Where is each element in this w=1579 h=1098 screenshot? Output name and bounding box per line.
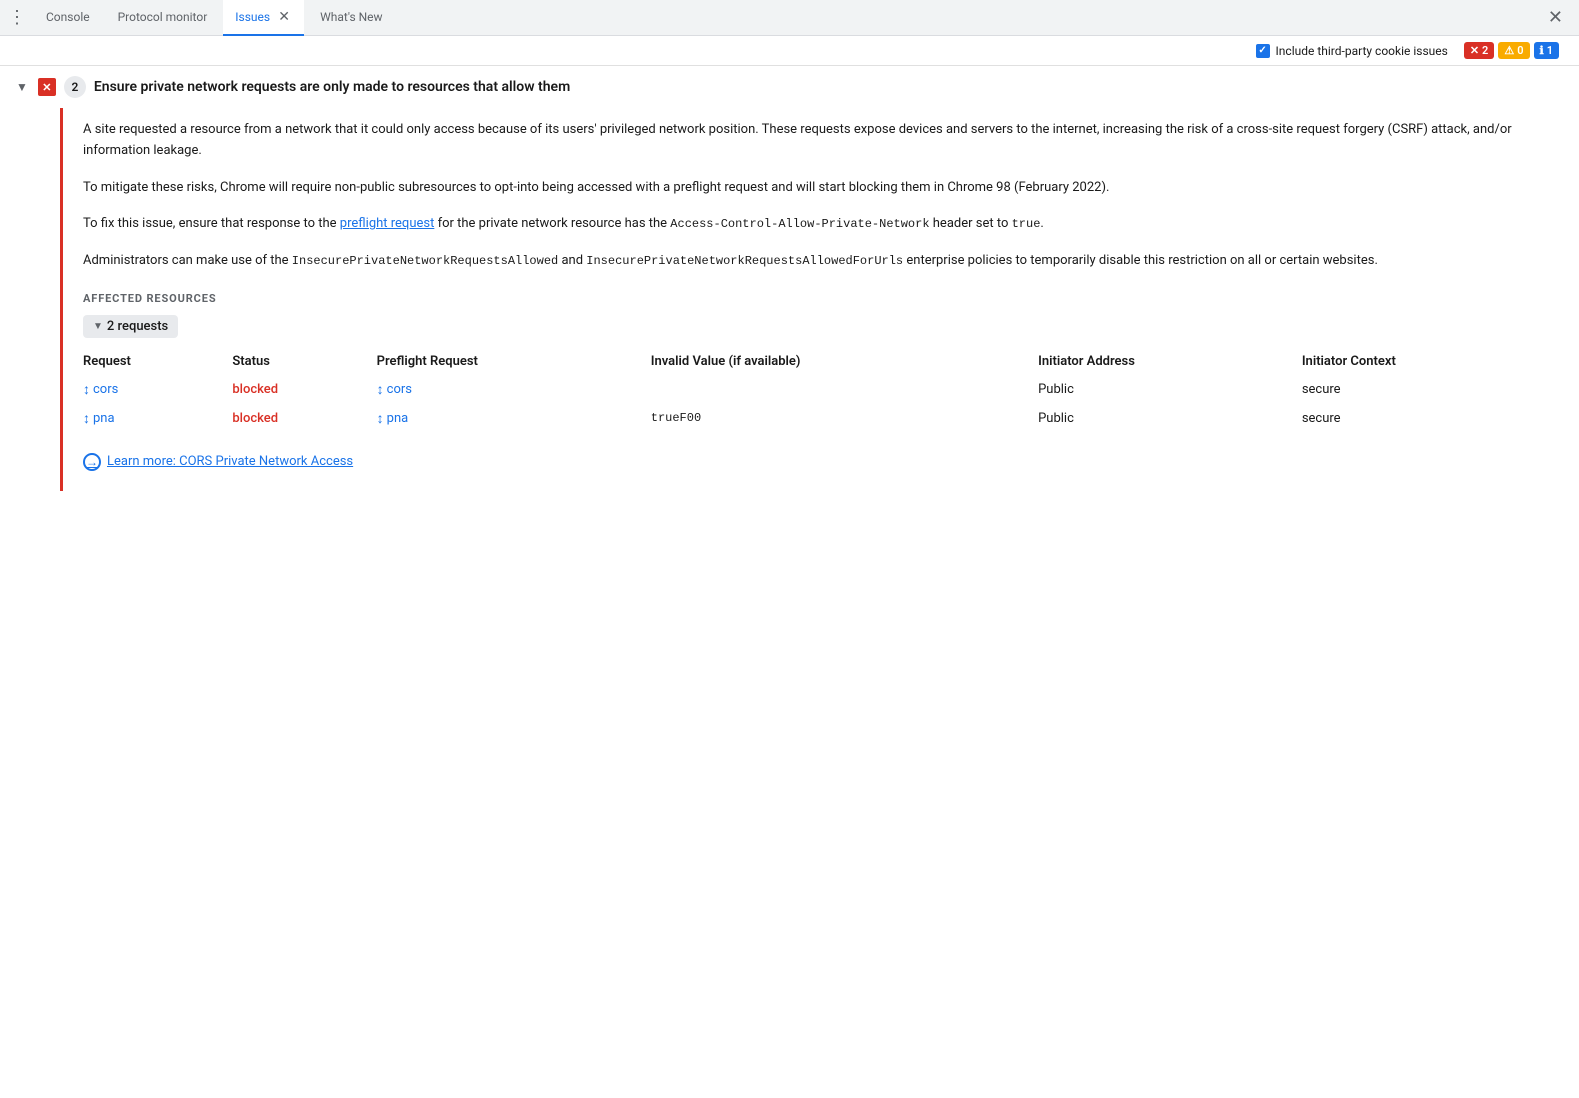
- resources-table: Request Status Preflight Request Invalid…: [83, 348, 1559, 433]
- issue-para-4-code1: InsecurePrivateNetworkRequestsAllowed: [292, 254, 558, 268]
- issue-para-3-after: header set to: [930, 216, 1012, 231]
- row2-preflight-text: pna: [387, 411, 409, 426]
- issue-title: Ensure private network requests are only…: [94, 79, 570, 95]
- issue-para-4: Administrators can make use of the Insec…: [83, 251, 1559, 272]
- issue-error-icon: ✕: [38, 78, 56, 96]
- tab-issues-close[interactable]: ✕: [276, 9, 292, 25]
- issue-para-4-code2: InsecurePrivateNetworkRequestsAllowedFor…: [586, 254, 903, 268]
- row1-preflight-link[interactable]: ↕ cors: [377, 381, 635, 398]
- toolbar: Include third-party cookie issues ✕ 2 ⚠ …: [0, 36, 1579, 66]
- table-body: ↕ cors blocked ↕ cors Public: [83, 375, 1559, 433]
- row2-status: blocked: [232, 404, 376, 433]
- tab-bar: ⋮ Console Protocol monitor Issues ✕ What…: [0, 0, 1579, 36]
- row2-initiator-address: Public: [1038, 404, 1302, 433]
- row2-preflight-link[interactable]: ↕ pna: [377, 410, 635, 427]
- issue-para-4-middle: and: [558, 253, 586, 268]
- tab-console-label: Console: [46, 10, 90, 24]
- learn-more-label: Learn more: CORS Private Network Access: [107, 454, 353, 469]
- row1-request-link[interactable]: ↕ cors: [83, 381, 216, 398]
- row2-preflight[interactable]: ↕ pna: [377, 404, 651, 433]
- table-row: ↕ pna blocked ↕ pna trueF00 Publ: [83, 404, 1559, 433]
- row2-preflight-icon: ↕: [377, 410, 384, 427]
- col-initiator-address: Initiator Address: [1038, 348, 1302, 375]
- badge-error: ✕ 2: [1464, 42, 1495, 59]
- issue-para-1: A site requested a resource from a netwo…: [83, 120, 1559, 162]
- row2-initiator-context: secure: [1302, 404, 1559, 433]
- badge-warning-count: 0: [1517, 44, 1523, 57]
- issue-para-3-middle: for the private network resource has the: [434, 216, 670, 231]
- preflight-request-link-text: preflight request: [340, 216, 435, 231]
- issue-para-3-code2: true: [1012, 217, 1041, 231]
- badge-info: ℹ 1: [1534, 42, 1559, 59]
- col-request: Request: [83, 348, 232, 375]
- issue-para-3: To fix this issue, ensure that response …: [83, 214, 1559, 235]
- devtools-close-button[interactable]: ✕: [1540, 7, 1571, 28]
- tab-protocol-monitor[interactable]: Protocol monitor: [106, 0, 220, 36]
- tab-protocol-monitor-label: Protocol monitor: [118, 10, 208, 24]
- col-initiator-context: Initiator Context: [1302, 348, 1559, 375]
- badge-warning: ⚠ 0: [1498, 42, 1529, 59]
- table-row: ↕ cors blocked ↕ cors Public: [83, 375, 1559, 404]
- affected-resources-label: AFFECTED RESOURCES: [83, 292, 1559, 305]
- row1-request-icon: ↕: [83, 381, 90, 398]
- tab-whats-new[interactable]: What's New: [308, 0, 394, 36]
- issue-header[interactable]: ▼ ✕ 2 Ensure private network requests ar…: [0, 66, 1579, 108]
- tab-issues-label: Issues: [235, 10, 270, 24]
- row1-status: blocked: [232, 375, 376, 404]
- badge-error-icon: ✕: [1470, 44, 1479, 57]
- issue-para-3-before: To fix this issue, ensure that response …: [83, 216, 340, 231]
- issue-para-3-code1: Access-Control-Allow-Private-Network: [670, 217, 929, 231]
- table-head: Request Status Preflight Request Invalid…: [83, 348, 1559, 375]
- badge-error-count: 2: [1482, 44, 1488, 57]
- third-party-cookie-label: Include third-party cookie issues: [1276, 44, 1448, 58]
- learn-more-icon: →: [83, 453, 101, 471]
- devtools-menu-icon[interactable]: ⋮: [8, 7, 26, 28]
- requests-toggle[interactable]: ▼ 2 requests: [83, 315, 178, 338]
- badge-warning-icon: ⚠: [1504, 44, 1514, 57]
- row1-invalid-value: [651, 375, 1038, 404]
- preflight-request-link[interactable]: preflight request: [340, 216, 435, 231]
- requests-chevron-icon: ▼: [93, 321, 103, 332]
- col-preflight: Preflight Request: [377, 348, 651, 375]
- table-header-row: Request Status Preflight Request Invalid…: [83, 348, 1559, 375]
- issue-para-2: To mitigate these risks, Chrome will req…: [83, 178, 1559, 199]
- row1-request[interactable]: ↕ cors: [83, 375, 232, 404]
- badge-info-icon: ℹ: [1540, 44, 1544, 57]
- badge-info-count: 1: [1547, 44, 1553, 57]
- row2-request-text: pna: [93, 411, 115, 426]
- issue-badges: ✕ 2 ⚠ 0 ℹ 1: [1464, 42, 1559, 59]
- row2-invalid-value: trueF00: [651, 404, 1038, 433]
- tab-whats-new-label: What's New: [320, 10, 382, 24]
- col-status: Status: [232, 348, 376, 375]
- row2-request-link[interactable]: ↕ pna: [83, 410, 216, 427]
- tab-console[interactable]: Console: [34, 0, 102, 36]
- issue-count-badge: 2: [64, 76, 86, 98]
- row2-request-icon: ↕: [83, 410, 90, 427]
- requests-toggle-label: 2 requests: [107, 319, 168, 334]
- learn-more-link[interactable]: → Learn more: CORS Private Network Acces…: [83, 453, 1559, 471]
- row1-request-text: cors: [93, 382, 118, 397]
- row1-initiator-address: Public: [1038, 375, 1302, 404]
- issue-para-3-end: .: [1040, 216, 1043, 231]
- main-content: ▼ ✕ 2 Ensure private network requests ar…: [0, 66, 1579, 1092]
- tab-issues[interactable]: Issues ✕: [223, 0, 304, 36]
- affected-resources-section: AFFECTED RESOURCES ▼ 2 requests Request …: [83, 292, 1559, 433]
- issue-chevron-icon: ▼: [16, 80, 28, 94]
- issue-para-4-after: enterprise policies to temporarily disab…: [903, 253, 1378, 268]
- col-invalid-value: Invalid Value (if available): [651, 348, 1038, 375]
- third-party-cookie-group[interactable]: Include third-party cookie issues: [1256, 44, 1448, 58]
- row1-initiator-context: secure: [1302, 375, 1559, 404]
- issue-body: A site requested a resource from a netwo…: [60, 108, 1579, 491]
- third-party-cookie-checkbox[interactable]: [1256, 44, 1270, 58]
- row1-preflight-text: cors: [387, 382, 412, 397]
- row1-preflight[interactable]: ↕ cors: [377, 375, 651, 404]
- row1-preflight-icon: ↕: [377, 381, 384, 398]
- row2-request[interactable]: ↕ pna: [83, 404, 232, 433]
- issue-para-4-before: Administrators can make use of the: [83, 253, 292, 268]
